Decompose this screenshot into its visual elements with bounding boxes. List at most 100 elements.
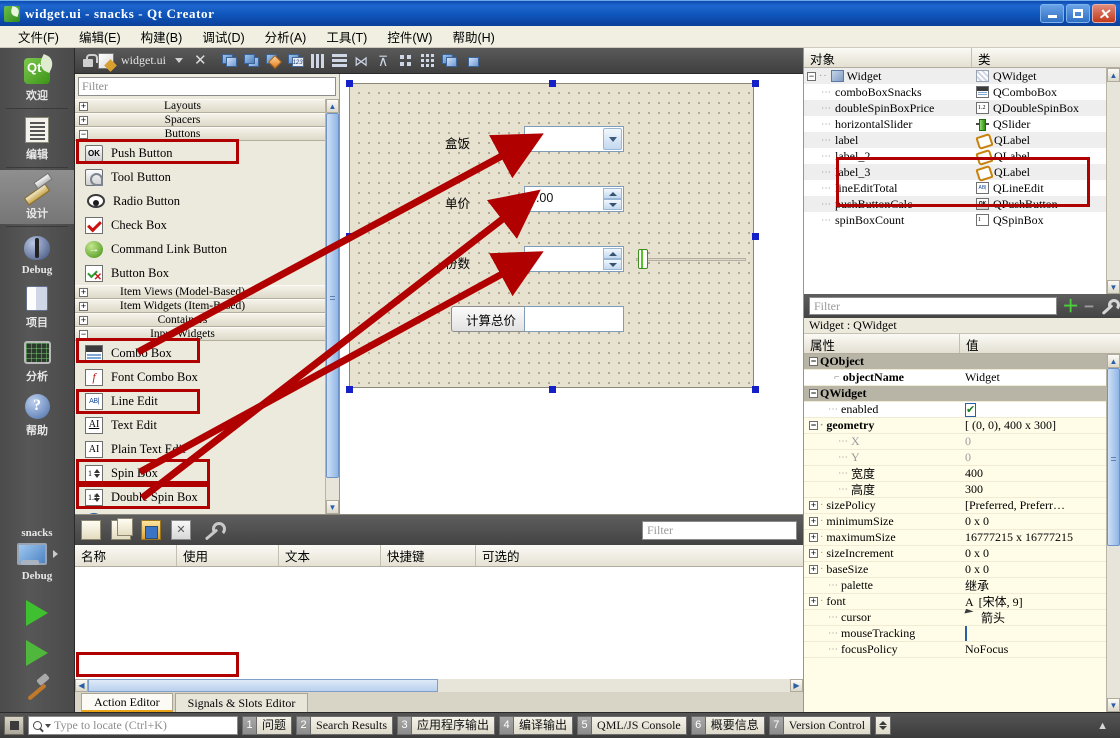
- paste-action-icon[interactable]: [141, 520, 161, 540]
- widget-item-spin-box[interactable]: 1 Spin Box: [75, 461, 325, 485]
- expand-icon[interactable]: +: [809, 549, 818, 558]
- menu-debug[interactable]: 调试(D): [192, 25, 254, 48]
- property-value[interactable]: [Preferred, Preferr…: [960, 498, 1106, 513]
- scroll-left-icon[interactable]: ◀: [75, 679, 88, 692]
- property-row-sizepolicy[interactable]: + · sizePolicy [Preferred, Preferr…: [804, 498, 1106, 514]
- widget-category-item-views[interactable]: + Item Views (Model-Based): [75, 285, 325, 299]
- property-value[interactable]: 继承: [960, 577, 1106, 594]
- build-button[interactable]: [0, 670, 74, 712]
- widget-category-spacers[interactable]: + Spacers: [75, 113, 325, 127]
- maximize-button[interactable]: [1066, 4, 1090, 23]
- scroll-track[interactable]: [88, 679, 790, 692]
- close-editor-icon[interactable]: ✕: [194, 53, 207, 68]
- widget-item-double-spin-box[interactable]: 1.2 Double Spin Box: [75, 485, 325, 509]
- property-value[interactable]: [ (0, 0), 400 x 300]: [960, 418, 1106, 433]
- output-button-version-control[interactable]: 7 Version Control: [768, 716, 872, 735]
- expand-icon[interactable]: +: [809, 517, 818, 526]
- property-value[interactable]: Widget: [960, 370, 1106, 385]
- chevron-down-icon[interactable]: [45, 723, 51, 728]
- widget-category-layouts[interactable]: + Layouts: [75, 99, 325, 113]
- adjust-size-2-icon[interactable]: [462, 51, 481, 70]
- chevron-down-icon[interactable]: [603, 128, 622, 150]
- object-tree-scrollbar[interactable]: ▲ ▼: [1106, 68, 1120, 294]
- label-count[interactable]: 份数: [445, 253, 470, 272]
- widget-item-tool-button[interactable]: Tool Button: [75, 165, 325, 189]
- resize-handle[interactable]: [752, 386, 759, 393]
- resize-handle[interactable]: [752, 233, 759, 240]
- scroll-down-icon[interactable]: ▼: [1107, 280, 1120, 294]
- output-button-app-output[interactable]: 3 应用程序输出: [397, 716, 496, 735]
- action-filter-input[interactable]: [642, 520, 797, 540]
- table-row[interactable]: ⋯ doubleSpinBoxPrice 1.2 QDoubleSpinBox: [804, 100, 1106, 116]
- configure-icon[interactable]: [201, 520, 226, 540]
- layout-horizontal-icon[interactable]: [308, 51, 327, 70]
- property-value[interactable]: [宋体, 9]: [979, 595, 1023, 609]
- scroll-up-icon[interactable]: ▲: [326, 99, 339, 113]
- line-edit-total[interactable]: [524, 306, 624, 332]
- output-pane-expand-icon[interactable]: ▲: [1097, 720, 1116, 732]
- spin-up-icon[interactable]: [603, 248, 622, 259]
- table-row[interactable]: ⋯ lineEditTotal AB| QLineEdit: [804, 180, 1106, 196]
- column-checkable[interactable]: 可选的: [476, 545, 803, 566]
- mode-help[interactable]: ? 帮助: [0, 387, 74, 441]
- debug-run-button[interactable]: [0, 636, 74, 670]
- new-action-icon[interactable]: [81, 520, 101, 540]
- collapse-icon[interactable]: −: [809, 357, 818, 366]
- property-row-palette[interactable]: ⋯ palette 继承: [804, 578, 1106, 594]
- widget-item-button-box[interactable]: Button Box: [75, 261, 325, 285]
- property-row-focuspolicy[interactable]: ⋯ focusPolicy NoFocus: [804, 642, 1106, 658]
- buddy-edit-icon[interactable]: 123: [286, 51, 305, 70]
- resize-handle[interactable]: [346, 386, 353, 393]
- widget-item-command-link-button[interactable]: → Command Link Button: [75, 237, 325, 261]
- property-row-objectname[interactable]: ⌐ objectName Widget: [804, 370, 1106, 386]
- output-button-issues[interactable]: 1 问题: [242, 716, 293, 735]
- configure-icon[interactable]: [1099, 298, 1120, 314]
- property-value[interactable]: 400: [960, 466, 1106, 481]
- menu-analyze[interactable]: 分析(A): [255, 25, 317, 48]
- property-group-qwidget[interactable]: − QWidget: [804, 386, 1106, 402]
- minimize-button[interactable]: [1040, 4, 1064, 23]
- locator-input[interactable]: Type to locate (Ctrl+K): [28, 716, 238, 735]
- scroll-up-icon[interactable]: ▲: [1107, 354, 1120, 368]
- layout-vertical-icon[interactable]: [330, 51, 349, 70]
- scroll-track[interactable]: [326, 113, 339, 500]
- layout-splitter-h-icon[interactable]: ⋈: [352, 51, 371, 70]
- column-name[interactable]: 名称: [75, 545, 177, 566]
- spin-down-icon[interactable]: [603, 199, 622, 210]
- scroll-track[interactable]: [1107, 82, 1120, 280]
- menu-build[interactable]: 构建(B): [131, 25, 193, 48]
- resize-handle[interactable]: [752, 80, 759, 87]
- form-canvas[interactable]: 盒饭 单价 份数 0.00 0 计算总价: [340, 74, 803, 514]
- property-value[interactable]: 箭头: [981, 611, 1005, 625]
- mode-design[interactable]: 设计: [0, 170, 74, 224]
- layout-grid-icon[interactable]: [418, 51, 437, 70]
- property-editor-table[interactable]: − QObject ⌐ objectName Widget − QWidget: [804, 354, 1120, 712]
- spin-up-icon[interactable]: [603, 188, 622, 199]
- tab-action-editor[interactable]: Action Editor: [81, 693, 173, 712]
- property-row-maximumsize[interactable]: + · maximumSize 16777215 x 16777215: [804, 530, 1106, 546]
- widget-category-item-widgets[interactable]: + Item Widgets (Item-Based): [75, 299, 325, 313]
- break-layout-icon[interactable]: [440, 51, 459, 70]
- mode-edit[interactable]: 编辑: [0, 111, 74, 165]
- mode-debug[interactable]: Debug: [0, 229, 74, 279]
- adjust-size-icon[interactable]: [264, 51, 283, 70]
- mode-analyze[interactable]: 分析: [0, 333, 74, 387]
- remove-property-icon[interactable]: −: [1084, 298, 1094, 315]
- scroll-down-icon[interactable]: ▼: [1107, 698, 1120, 712]
- table-row[interactable]: ⋯ label_3 QLabel: [804, 164, 1106, 180]
- property-value[interactable]: 0 x 0: [960, 562, 1106, 577]
- property-row-width[interactable]: ⋯ 宽度 400: [804, 466, 1106, 482]
- layout-form-icon[interactable]: [396, 51, 415, 70]
- widget-box-scrollbar[interactable]: ▲ ▼: [325, 99, 339, 514]
- menu-help[interactable]: 帮助(H): [442, 25, 504, 48]
- property-row-x[interactable]: ⋯ X 0: [804, 434, 1106, 450]
- object-inspector-tree[interactable]: − ·· Widget QWidget ⋯ comboBoxSnacks QCo…: [804, 68, 1120, 294]
- delete-action-icon[interactable]: ✕: [171, 520, 191, 540]
- spin-buttons[interactable]: [603, 188, 622, 210]
- open-file-name[interactable]: widget.ui: [121, 53, 166, 68]
- widget-item-time-edit[interactable]: Time Edit: [75, 509, 325, 514]
- expand-icon[interactable]: +: [809, 501, 818, 510]
- property-scrollbar[interactable]: ▲ ▼: [1106, 354, 1120, 712]
- column-used[interactable]: 使用: [177, 545, 279, 566]
- property-value[interactable]: 0: [960, 434, 1106, 449]
